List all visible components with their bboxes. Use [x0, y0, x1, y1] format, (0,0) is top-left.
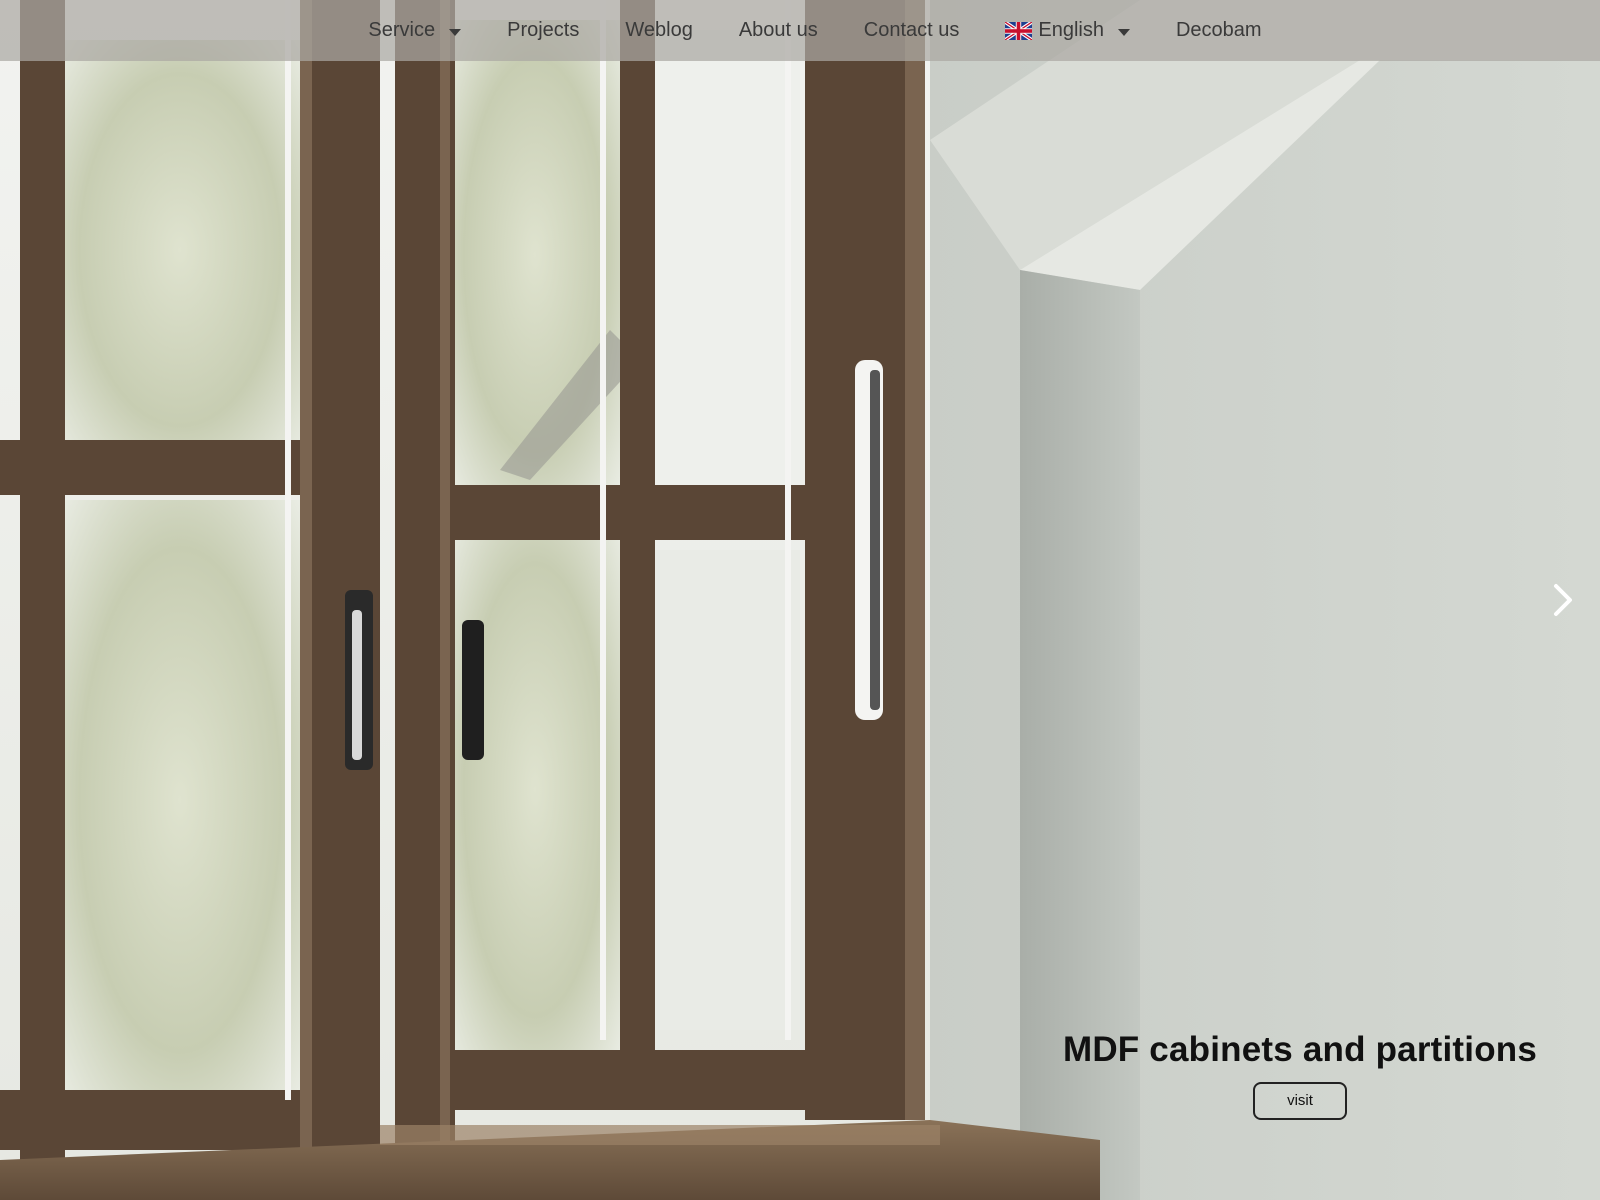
language-selector[interactable]: English [982, 19, 1153, 42]
visit-button[interactable]: visit [1253, 1082, 1347, 1120]
hero-background [0, 0, 1600, 1200]
nav-item-label: Service [368, 19, 436, 41]
nav-item-label: Decobam [1175, 19, 1262, 41]
nav-menu: Service Projects Weblog About us Contact… [345, 19, 1284, 42]
nav-item-label: About us [738, 19, 818, 41]
caret-down-icon [1117, 29, 1130, 36]
language-label: English [1038, 19, 1104, 41]
nav-item-projects[interactable]: Projects [484, 19, 602, 42]
window-photo [0, 0, 1600, 1200]
nav-item-service[interactable]: Service [345, 19, 484, 42]
uk-flag-icon [1005, 21, 1033, 40]
chevron-right-icon [1554, 584, 1572, 616]
nav-item-decobam[interactable]: Decobam [1153, 19, 1285, 42]
slide-caption: MDF cabinets and partitions visit [1060, 1030, 1540, 1120]
nav-item-about-us[interactable]: About us [716, 19, 841, 42]
nav-item-weblog[interactable]: Weblog [602, 19, 715, 42]
nav-item-label: Weblog [625, 19, 693, 41]
top-navigation-bar: Service Projects Weblog About us Contact… [0, 0, 1600, 61]
caret-down-icon [449, 29, 462, 36]
nav-item-label: Contact us [863, 19, 960, 41]
nav-item-label: Projects [507, 19, 580, 41]
slide-title: MDF cabinets and partitions [1062, 1030, 1538, 1069]
nav-item-contact-us[interactable]: Contact us [841, 19, 983, 42]
slider-next-button[interactable] [1548, 580, 1578, 620]
